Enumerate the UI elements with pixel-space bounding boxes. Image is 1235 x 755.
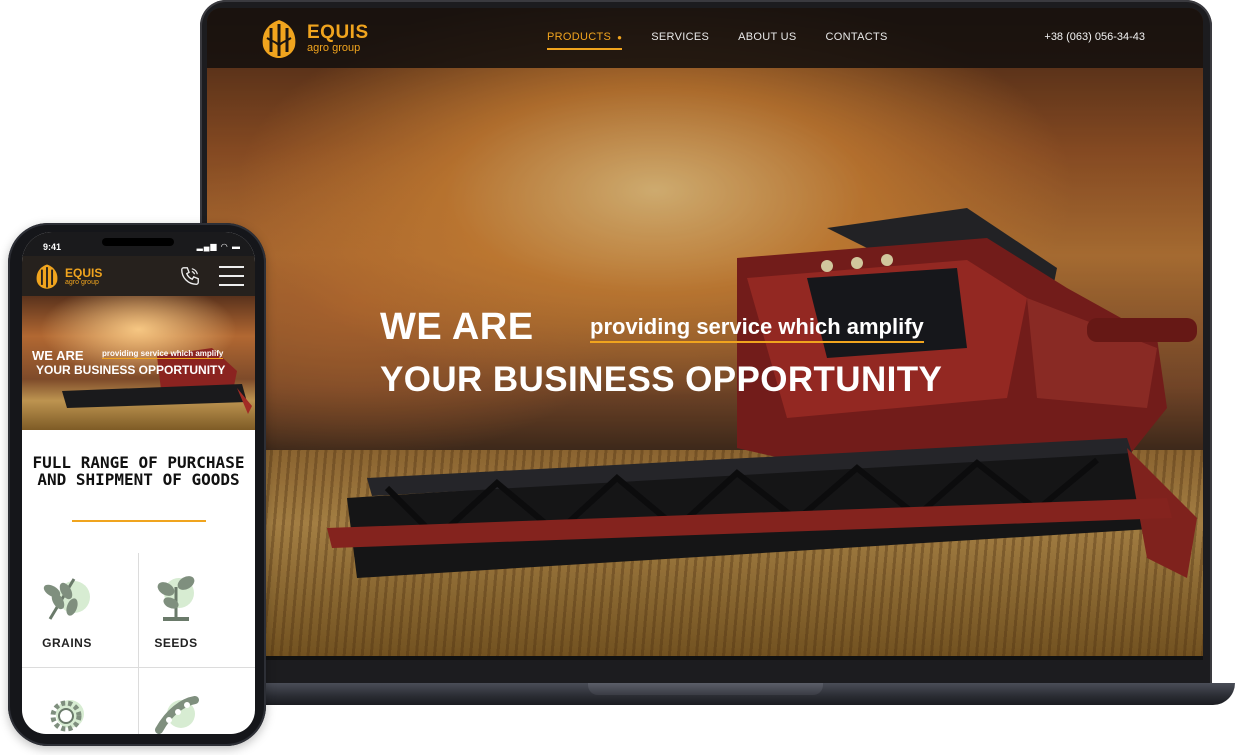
dynamic-island: [102, 238, 174, 246]
category-sunflower[interactable]: [22, 692, 117, 734]
wheat-logo-icon: [36, 264, 58, 289]
section-title-underline: [72, 520, 206, 522]
nav-products-label: PRODUCTS: [547, 31, 612, 43]
mobile-hero: WE ARE providing service which amplify Y…: [22, 296, 255, 430]
grain-icon: [43, 578, 90, 620]
brand-tagline: agro group: [307, 41, 361, 54]
pea-pod-icon: [155, 696, 199, 734]
seedling-icon: [157, 576, 195, 621]
dropdown-dot-icon: ●: [617, 33, 623, 42]
laptop-screen: EQUIS agro group PRODUCTS ● SERVICES ABOU…: [207, 8, 1203, 660]
mobile-brand-name: EQUIS: [65, 265, 103, 280]
category-grains[interactable]: GRAINS: [22, 567, 117, 650]
phone-call-icon[interactable]: [179, 265, 201, 287]
wheat-logo-icon: [262, 20, 296, 58]
mobile-header: EQUIS agro group: [22, 256, 255, 296]
nav-about-label: ABOUT US: [738, 31, 797, 43]
hero-headline-we-are: WE ARE: [380, 306, 534, 348]
status-indicators-icon: ▂▄▆ ◠ ▬: [196, 242, 241, 251]
category-grains-label: GRAINS: [42, 636, 92, 650]
mobile-hero-subtext: providing service which amplify: [102, 349, 224, 359]
phone-status-bar: 9:41 ▂▄▆ ◠ ▬: [22, 232, 255, 256]
section-title: FULL RANGE OF PURCHASE AND SHIPMENT OF G…: [22, 454, 255, 488]
header-phone-link[interactable]: +38 (063) 056-34-43: [1044, 31, 1145, 43]
brand-name: EQUIS: [307, 21, 369, 43]
category-seeds[interactable]: SEEDS: [126, 567, 226, 650]
sunflower-icon: [50, 700, 84, 732]
status-time: 9:41: [43, 242, 62, 252]
section-title-text: FULL RANGE OF PURCHASE AND SHIPMENT OF G…: [32, 453, 245, 489]
mobile-hero-opportunity: YOUR BUSINESS OPPORTUNITY: [36, 363, 226, 377]
category-legumes[interactable]: [126, 692, 226, 734]
nav-about-us[interactable]: ABOUT US: [738, 31, 796, 50]
category-seeds-label: SEEDS: [154, 636, 198, 650]
nav-services[interactable]: SERVICES: [651, 31, 709, 50]
nav-contacts-label: CONTACTS: [825, 31, 888, 43]
site-header: EQUIS agro group PRODUCTS ● SERVICES ABOU…: [207, 8, 1203, 68]
main-nav: PRODUCTS ● SERVICES ABOUT US CONTACTS: [547, 31, 917, 50]
mobile-hero-we-are: WE ARE: [32, 348, 84, 363]
hero-headline-opportunity: YOUR BUSINESS OPPORTUNITY: [380, 360, 943, 399]
mobile-brand-logo[interactable]: EQUIS agro group: [33, 262, 102, 290]
hero-headline-subtext: providing service which amplify: [590, 314, 924, 343]
brand-logo[interactable]: EQUIS agro group: [257, 16, 369, 60]
screen-bottom-bezel: [207, 656, 1203, 660]
grid-divider-horizontal: [22, 667, 255, 668]
nav-products[interactable]: PRODUCTS ●: [547, 31, 623, 50]
nav-services-label: SERVICES: [651, 31, 710, 43]
phone-screen: 9:41 ▂▄▆ ◠ ▬ EQUIS agro group WE ARE pro…: [22, 232, 255, 734]
nav-contacts[interactable]: CONTACTS: [826, 31, 888, 50]
laptop-hinge-notch: [588, 683, 823, 695]
hamburger-menu-icon[interactable]: [219, 266, 244, 293]
mobile-brand-tagline: agro group: [65, 278, 99, 286]
